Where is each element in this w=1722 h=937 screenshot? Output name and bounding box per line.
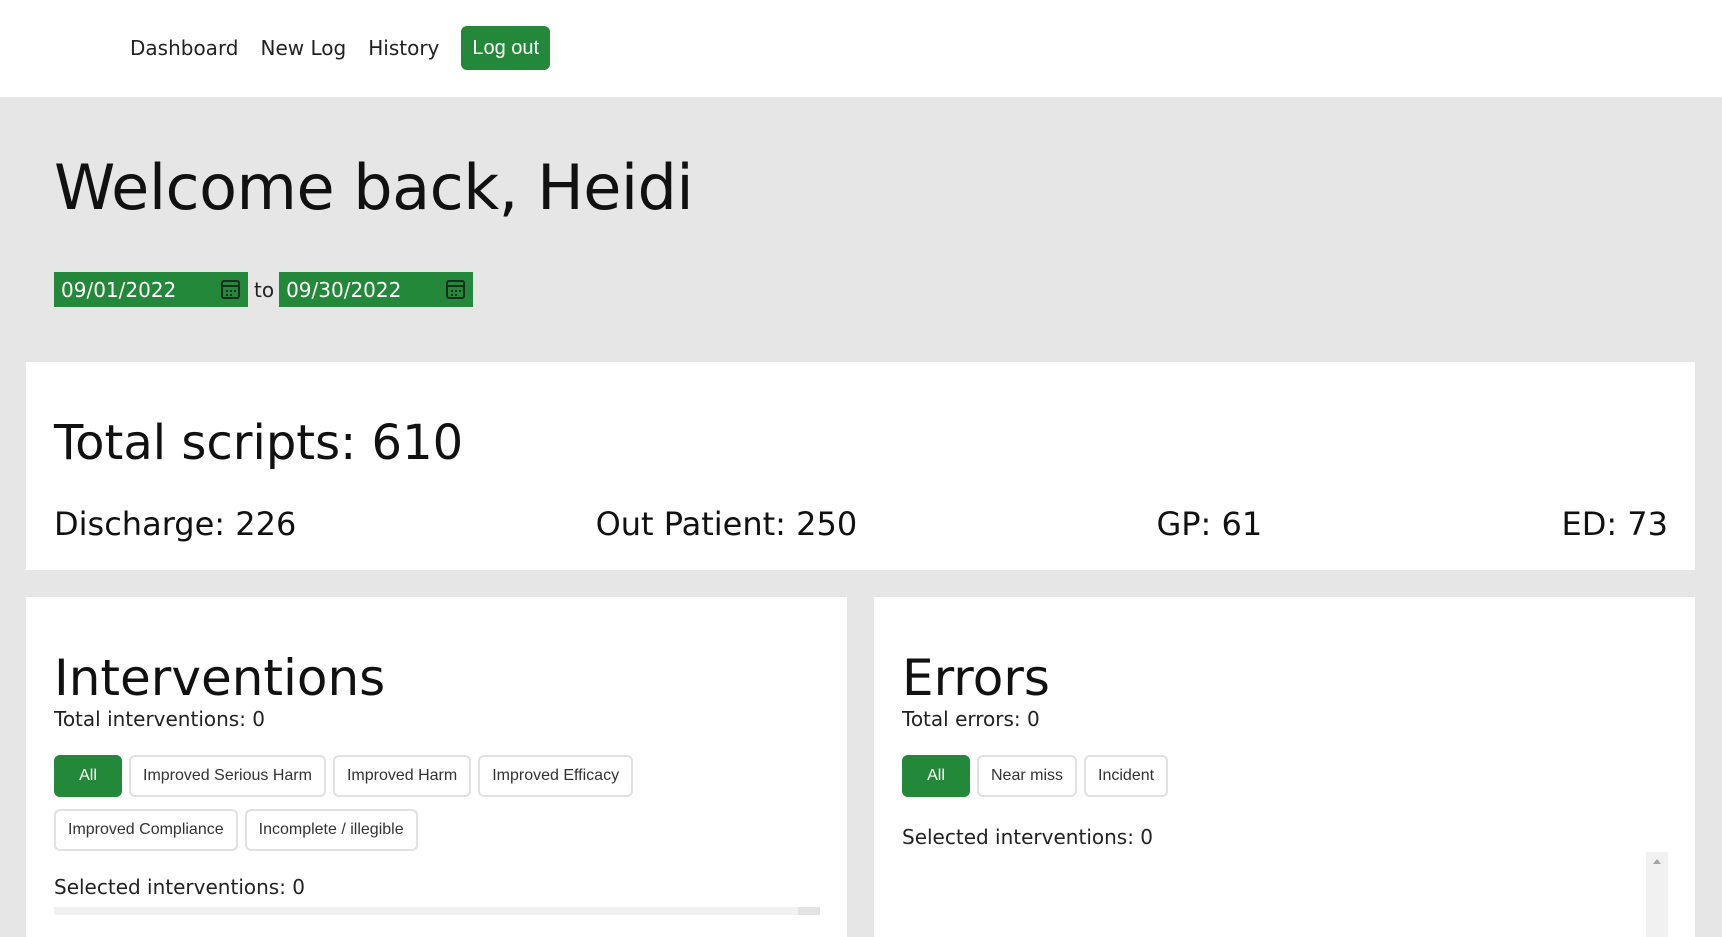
interventions-title: Interventions [54,649,386,707]
totals-card: Total scripts: 610 Discharge: 226 Out Pa… [26,362,1695,570]
logout-button[interactable]: Log out [461,26,551,70]
scripts-breakdown: Discharge: 226 Out Patient: 250 GP: 61 E… [54,502,1668,546]
errors-list-scrollbar[interactable] [1646,852,1668,937]
total-scripts: Total scripts: 610 [54,415,464,471]
date-from-input[interactable]: 09/01/2022 [54,272,248,307]
date-range: 09/01/2022 to 09/30/2022 [54,272,474,307]
gp-count: GP: 61 [1156,505,1263,543]
calendar-icon[interactable] [446,280,466,299]
nav-history-link[interactable]: History [368,26,439,70]
errors-title: Errors [902,649,1050,707]
selected-interventions: Selected interventions: 0 [54,875,306,899]
interventions-card: Interventions Total interventions: 0 All… [26,597,847,937]
filter-near-miss-button[interactable]: Near miss [977,755,1078,797]
total-errors: Total errors: 0 [902,707,1040,731]
interventions-filters: All Improved Serious Harm Improved Harm … [54,755,654,863]
nav-links: Dashboard New Log History Log out [130,26,551,70]
ed-count: ED: 73 [1561,505,1668,543]
filter-all-button[interactable]: All [54,755,122,797]
filter-improved-serious-harm-button[interactable]: Improved Serious Harm [129,755,326,797]
selected-errors: Selected interventions: 0 [902,825,1154,849]
scroll-up-arrow-icon[interactable] [1653,859,1661,864]
top-navbar: Dashboard New Log History Log out [0,0,1722,97]
filter-improved-efficacy-button[interactable]: Improved Efficacy [478,755,634,797]
total-interventions: Total interventions: 0 [54,707,266,731]
welcome-heading: Welcome back, Heidi [54,151,694,224]
nav-dashboard-link[interactable]: Dashboard [130,26,239,70]
discharge-count: Discharge: 226 [54,505,297,543]
date-to-input[interactable]: 09/30/2022 [279,272,474,307]
filter-improved-compliance-button[interactable]: Improved Compliance [54,809,238,851]
date-from-value: 09/01/2022 [61,277,177,302]
date-to-value: 09/30/2022 [286,277,402,302]
calendar-icon[interactable] [221,280,240,299]
errors-card: Errors Total errors: 0 All Near miss Inc… [874,597,1695,937]
filter-incomplete-illegible-button[interactable]: Incomplete / illegible [244,809,418,851]
filter-incident-button[interactable]: Incident [1084,755,1169,797]
nav-new-log-link[interactable]: New Log [261,26,347,70]
filter-all-button[interactable]: All [902,755,970,797]
out-patient-count: Out Patient: 250 [595,505,858,543]
date-range-separator: to [254,277,275,302]
errors-filters: All Near miss Incident [902,755,1502,809]
filter-improved-harm-button[interactable]: Improved Harm [332,755,472,797]
